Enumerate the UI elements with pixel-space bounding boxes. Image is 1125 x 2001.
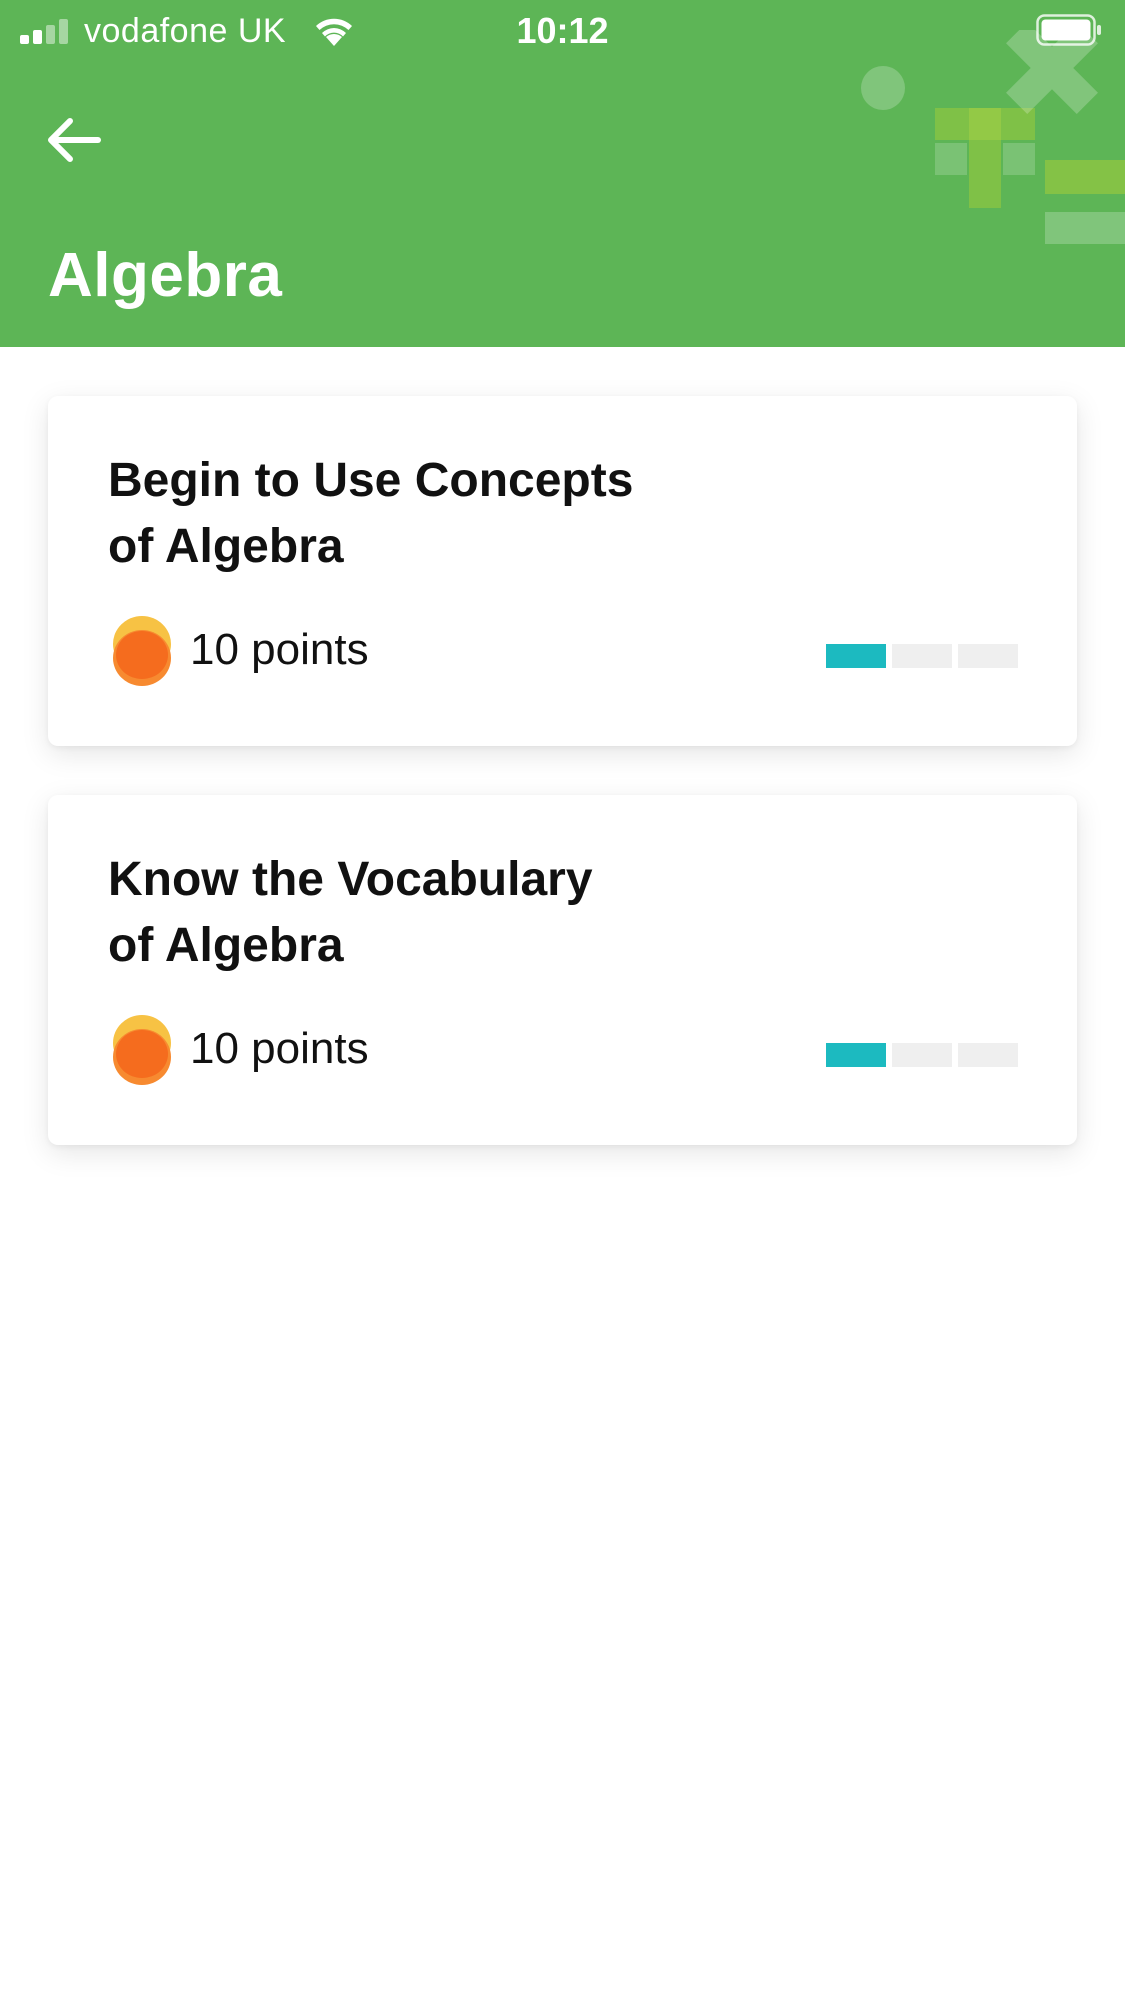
progress-segment bbox=[958, 644, 1018, 668]
lesson-title-line: Know the Vocabulary bbox=[108, 853, 593, 906]
app-header: vodafone UK 10:12 Algebra bbox=[0, 0, 1125, 347]
lesson-title-line: Begin to Use Concepts bbox=[108, 454, 634, 507]
progress-indicator bbox=[826, 1043, 1019, 1067]
progress-segment bbox=[958, 1043, 1018, 1067]
lesson-card[interactable]: Know the Vocabulary of Algebra 10 points bbox=[48, 795, 1077, 1145]
progress-segment bbox=[892, 1043, 952, 1067]
progress-segment bbox=[892, 644, 952, 668]
arrow-left-icon bbox=[48, 118, 101, 162]
page-title: Algebra bbox=[48, 241, 283, 310]
lesson-title: Begin to Use Concepts of Algebra bbox=[108, 448, 748, 580]
lesson-title-line: of Algebra bbox=[108, 520, 344, 573]
coin-icon bbox=[111, 1013, 173, 1085]
points-label: 10 points bbox=[190, 625, 369, 674]
progress-segment-completed bbox=[826, 644, 886, 668]
lesson-card[interactable]: Begin to Use Concepts of Algebra 10 poin… bbox=[48, 396, 1077, 746]
back-button[interactable] bbox=[44, 106, 124, 176]
progress-indicator bbox=[826, 644, 1019, 668]
points-label: 10 points bbox=[190, 1024, 369, 1073]
math-symbols-decoration bbox=[850, 22, 1125, 260]
coin-icon bbox=[111, 614, 173, 686]
progress-segment-completed bbox=[826, 1043, 886, 1067]
lesson-title-line: of Algebra bbox=[108, 919, 344, 972]
lesson-title: Know the Vocabulary of Algebra bbox=[108, 847, 748, 979]
